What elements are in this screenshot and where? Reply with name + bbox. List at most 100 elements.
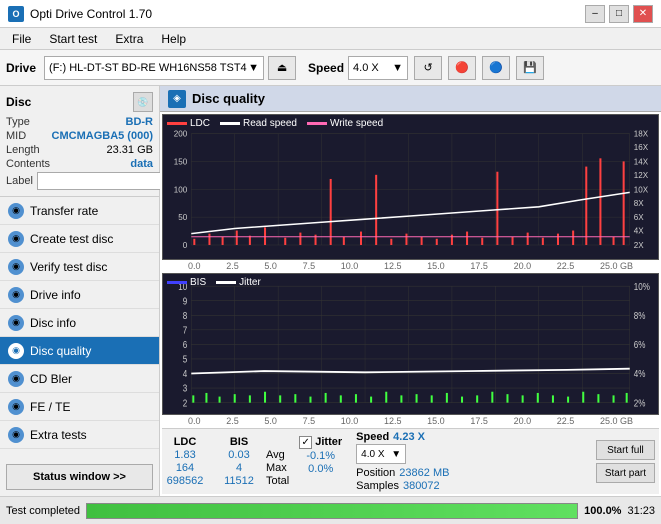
speed-stats: Speed 4.23 X 4.0 X ▼ Position 23862 MB	[356, 431, 449, 492]
label-label: Label	[6, 175, 33, 187]
type-value: BD-R	[126, 116, 154, 128]
ldc-max: 164	[166, 462, 204, 474]
refresh-button[interactable]: ↺	[414, 56, 442, 80]
start-full-button[interactable]: Start full	[596, 440, 655, 460]
nav-create-test-label: Create test disc	[30, 232, 113, 246]
length-value: 23.31 GB	[107, 144, 153, 156]
speed-label: Speed	[308, 61, 344, 75]
bis-chart-wrapper: BIS Jitter	[162, 273, 659, 426]
maximize-button[interactable]: □	[609, 5, 629, 23]
contents-label: Contents	[6, 158, 50, 170]
close-button[interactable]: ✕	[633, 5, 653, 23]
svg-text:3: 3	[183, 383, 188, 394]
bis-legend: BIS Jitter	[167, 277, 261, 288]
status-window-label: Status window >>	[33, 471, 126, 483]
stats-bar: LDC BIS 1.83 0.03 164 4 698562 11512	[162, 428, 659, 494]
mid-label: MID	[6, 130, 26, 142]
nav-transfer-rate-label: Transfer rate	[30, 204, 98, 218]
menu-start-test[interactable]: Start test	[41, 30, 105, 48]
progress-label: 100.0%	[584, 505, 621, 517]
svg-text:200: 200	[174, 130, 188, 139]
svg-text:6X: 6X	[634, 213, 644, 222]
ldc-chart-svg: 200 150 100 50 0 18X 16X 14X 12X 10X 8X …	[163, 115, 658, 259]
nav-drive-info[interactable]: ◉ Drive info	[0, 281, 159, 309]
progress-bar-fill	[87, 504, 577, 518]
read-speed-legend-item: Read speed	[220, 118, 297, 129]
svg-text:4X: 4X	[634, 227, 644, 236]
write-speed-color	[307, 122, 327, 125]
nav-drive-info-label: Drive info	[30, 288, 81, 302]
menu-file[interactable]: File	[4, 30, 39, 48]
svg-text:14X: 14X	[634, 157, 649, 166]
disc-icon: 💿	[133, 92, 153, 112]
svg-text:4: 4	[183, 369, 188, 380]
ldc-legend: LDC Read speed Write speed	[167, 118, 383, 129]
start-part-button[interactable]: Start part	[596, 463, 655, 483]
content-icon: ◈	[168, 90, 186, 108]
jitter-checkbox[interactable]: ✓	[299, 436, 312, 449]
nav-fe-te[interactable]: ◉ FE / TE	[0, 393, 159, 421]
verify-test-icon: ◉	[8, 259, 24, 275]
eject-button[interactable]: ⏏	[268, 56, 296, 80]
main-layout: Disc 💿 Type BD-R MID CMCMAGBA5 (000) Len…	[0, 86, 661, 496]
nav-disc-info[interactable]: ◉ Disc info	[0, 309, 159, 337]
drive-selector[interactable]: (F:) HL-DT-ST BD-RE WH16NS58 TST4 ▼	[44, 56, 264, 80]
nav-verify-test-label: Verify test disc	[30, 260, 107, 274]
jitter-max: 0.0%	[299, 463, 342, 475]
type-label: Type	[6, 116, 30, 128]
start-buttons: Start full Start part	[596, 440, 655, 483]
bis-x-labels: 0.0 2.5 5.0 7.5 10.0 12.5 15.0 17.5 20.0…	[162, 416, 659, 426]
sidebar: Disc 💿 Type BD-R MID CMCMAGBA5 (000) Len…	[0, 86, 160, 496]
bis-color	[167, 281, 187, 284]
nav-disc-quality[interactable]: ◉ Disc quality	[0, 337, 159, 365]
position-label: Position	[356, 467, 395, 479]
nav-extra-tests[interactable]: ◉ Extra tests	[0, 421, 159, 449]
svg-text:4%: 4%	[634, 369, 646, 380]
speed-dropdown-stats[interactable]: 4.0 X ▼	[356, 444, 406, 464]
nav-verify-test-disc[interactable]: ◉ Verify test disc	[0, 253, 159, 281]
svg-text:6%: 6%	[634, 340, 646, 351]
jitter-avg: -0.1%	[299, 450, 342, 462]
drive-label: Drive	[6, 61, 36, 75]
svg-text:7: 7	[183, 325, 188, 336]
svg-text:2: 2	[183, 398, 188, 409]
create-test-icon: ◉	[8, 231, 24, 247]
svg-text:5: 5	[183, 354, 188, 365]
nav-create-test-disc[interactable]: ◉ Create test disc	[0, 225, 159, 253]
bis-chart-svg: 10 9 8 7 6 5 4 3 2 10% 8% 6% 4%	[163, 274, 658, 414]
menu-extra[interactable]: Extra	[107, 30, 151, 48]
speed-dropdown-arrow: ▼	[392, 62, 403, 74]
length-label: Length	[6, 144, 40, 156]
samples-label: Samples	[356, 480, 399, 492]
drive-info-icon: ◉	[8, 287, 24, 303]
elapsed-time: 31:23	[627, 505, 655, 517]
nav-transfer-rate[interactable]: ◉ Transfer rate	[0, 197, 159, 225]
svg-text:150: 150	[174, 157, 188, 166]
speed-selector[interactable]: 4.0 X ▼	[348, 56, 408, 80]
svg-text:16X: 16X	[634, 143, 649, 152]
status-window-button[interactable]: Status window >>	[6, 464, 153, 490]
drive-toolbar: Drive (F:) HL-DT-ST BD-RE WH16NS58 TST4 …	[0, 50, 661, 86]
nav-disc-quality-label: Disc quality	[30, 344, 91, 358]
nav-cd-bler[interactable]: ◉ CD Bler	[0, 365, 159, 393]
menu-help[interactable]: Help	[153, 30, 194, 48]
save-button[interactable]: 💾	[516, 56, 544, 80]
mid-value: CMCMAGBA5 (000)	[52, 130, 153, 142]
bis-chart: BIS Jitter	[162, 273, 659, 415]
bis-label: BIS	[190, 277, 206, 288]
svg-text:50: 50	[178, 213, 187, 222]
nav-extra-tests-label: Extra tests	[30, 428, 87, 442]
ldc-chart-wrapper: LDC Read speed Write speed	[162, 114, 659, 271]
minimize-button[interactable]: –	[585, 5, 605, 23]
svg-text:10%: 10%	[634, 282, 650, 293]
label-input[interactable]	[37, 172, 175, 190]
svg-text:0: 0	[183, 241, 188, 250]
settings-button2[interactable]: 🔵	[482, 56, 510, 80]
status-text: Test completed	[6, 505, 80, 517]
svg-text:8: 8	[183, 311, 188, 322]
bis-max: 4	[220, 462, 258, 474]
content-title: Disc quality	[192, 91, 265, 106]
charts-area: LDC Read speed Write speed	[160, 112, 661, 496]
settings-button1[interactable]: 🔴	[448, 56, 476, 80]
write-speed-legend-item: Write speed	[307, 118, 383, 129]
